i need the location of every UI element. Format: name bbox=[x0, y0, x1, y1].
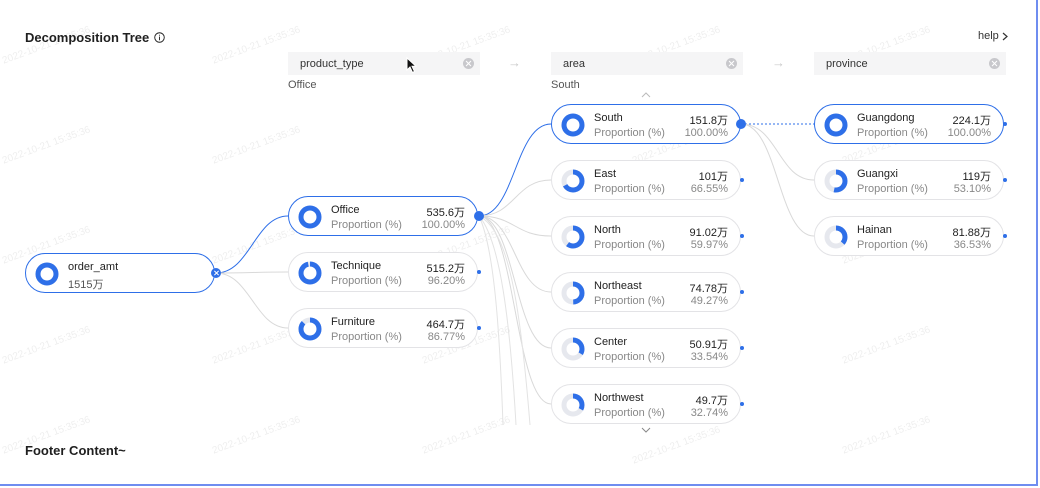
footer-text: Footer Content~ bbox=[25, 443, 126, 458]
tree-node-office[interactable]: Office 535.6万 Proportion (%) 100.00% bbox=[288, 196, 478, 236]
proportion-ring-icon bbox=[298, 317, 322, 341]
node-name: South bbox=[594, 112, 623, 124]
node-name: Office bbox=[331, 204, 360, 216]
proportion-label: Proportion (%) bbox=[857, 127, 928, 139]
node-value: 101万 bbox=[698, 171, 728, 183]
tree-node-south[interactable]: South 151.8万 Proportion (%) 100.00% bbox=[551, 104, 741, 144]
node-name: North bbox=[594, 224, 621, 236]
node-name: East bbox=[594, 168, 617, 180]
tree-node-northeast[interactable]: Northeast 74.78万 Proportion (%) 49.27% bbox=[551, 272, 741, 312]
proportion-value: 96.20% bbox=[427, 275, 465, 287]
tree-node-root[interactable]: order_amt 1515万 bbox=[25, 253, 215, 293]
proportion-value: 86.77% bbox=[427, 331, 465, 343]
chevron-up-icon[interactable] bbox=[641, 92, 651, 98]
node-name: Center bbox=[594, 336, 628, 348]
proportion-label: Proportion (%) bbox=[594, 183, 665, 195]
node-value: 535.6万 bbox=[426, 207, 465, 219]
proportion-label: Proportion (%) bbox=[331, 219, 402, 231]
tree-node-east[interactable]: East 101万 Proportion (%) 66.55% bbox=[551, 160, 741, 200]
expand-handle[interactable] bbox=[740, 346, 744, 350]
proportion-value: 66.55% bbox=[690, 183, 728, 195]
proportion-label: Proportion (%) bbox=[594, 407, 665, 419]
node-name: Furniture bbox=[331, 316, 376, 328]
tree-node-guangxi[interactable]: Guangxi 119万 Proportion (%) 53.10% bbox=[814, 160, 1004, 200]
node-value: 74.78万 bbox=[689, 283, 728, 295]
node-name: Guangdong bbox=[857, 112, 915, 124]
proportion-label: Proportion (%) bbox=[594, 295, 665, 307]
proportion-label: Proportion (%) bbox=[331, 275, 402, 287]
proportion-label: Proportion (%) bbox=[594, 127, 665, 139]
proportion-label: Proportion (%) bbox=[594, 239, 665, 251]
tree-node-hainan[interactable]: Hainan 81.88万 Proportion (%) 36.53% bbox=[814, 216, 1004, 256]
node-name: Northeast bbox=[594, 280, 642, 292]
node-value: 515.2万 bbox=[426, 263, 465, 275]
tree-node-guangdong[interactable]: Guangdong 224.1万 Proportion (%) 100.00% bbox=[814, 104, 1004, 144]
collapse-icon[interactable] bbox=[211, 268, 221, 278]
mouse-cursor-icon bbox=[406, 57, 418, 74]
expand-handle[interactable] bbox=[740, 290, 744, 294]
node-value: 91.02万 bbox=[689, 227, 728, 239]
node-name: Hainan bbox=[857, 224, 892, 236]
node-value: 1515万 bbox=[68, 279, 104, 291]
node-value: 464.7万 bbox=[426, 319, 465, 331]
proportion-value: 36.53% bbox=[953, 239, 991, 251]
expand-handle[interactable] bbox=[474, 211, 484, 221]
expand-handle[interactable] bbox=[1003, 234, 1007, 238]
proportion-value: 32.74% bbox=[690, 407, 728, 419]
proportion-label: Proportion (%) bbox=[331, 331, 402, 343]
proportion-value: 100.00% bbox=[421, 219, 465, 231]
proportion-label: Proportion (%) bbox=[857, 239, 928, 251]
proportion-ring-icon bbox=[824, 225, 848, 249]
proportion-value: 100.00% bbox=[684, 127, 728, 139]
node-value: 151.8万 bbox=[689, 115, 728, 127]
proportion-ring-icon bbox=[561, 393, 585, 417]
proportion-ring-icon bbox=[35, 262, 59, 286]
proportion-ring-icon bbox=[561, 337, 585, 361]
node-name: Northwest bbox=[594, 392, 644, 404]
proportion-value: 33.54% bbox=[690, 351, 728, 363]
expand-handle[interactable] bbox=[477, 270, 481, 274]
proportion-ring-icon bbox=[824, 169, 848, 193]
proportion-label: Proportion (%) bbox=[594, 351, 665, 363]
node-name: Guangxi bbox=[857, 168, 898, 180]
tree-node-north[interactable]: North 91.02万 Proportion (%) 59.97% bbox=[551, 216, 741, 256]
proportion-value: 53.10% bbox=[953, 183, 991, 195]
node-value: 81.88万 bbox=[952, 227, 991, 239]
node-value: 49.7万 bbox=[695, 395, 728, 407]
node-name: Technique bbox=[331, 260, 382, 272]
proportion-value: 49.27% bbox=[690, 295, 728, 307]
proportion-ring-icon bbox=[298, 261, 322, 285]
node-value: 224.1万 bbox=[952, 115, 991, 127]
tree-node-northwest[interactable]: Northwest 49.7万 Proportion (%) 32.74% bbox=[551, 384, 741, 424]
proportion-value: 100.00% bbox=[947, 127, 991, 139]
tree-node-center[interactable]: Center 50.91万 Proportion (%) 33.54% bbox=[551, 328, 741, 368]
proportion-ring-icon bbox=[561, 113, 585, 137]
proportion-ring-icon bbox=[561, 281, 585, 305]
proportion-label: Proportion (%) bbox=[857, 183, 928, 195]
expand-handle[interactable] bbox=[740, 402, 744, 406]
tree-node-furniture[interactable]: Furniture 464.7万 Proportion (%) 86.77% bbox=[288, 308, 478, 348]
expand-handle[interactable] bbox=[1003, 178, 1007, 182]
expand-handle[interactable] bbox=[1003, 122, 1007, 126]
chevron-down-icon[interactable] bbox=[641, 427, 651, 433]
tree-node-technique[interactable]: Technique 515.2万 Proportion (%) 96.20% bbox=[288, 252, 478, 292]
expand-handle[interactable] bbox=[740, 178, 744, 182]
proportion-ring-icon bbox=[561, 169, 585, 193]
proportion-ring-icon bbox=[298, 205, 322, 229]
expand-handle[interactable] bbox=[740, 234, 744, 238]
node-value: 50.91万 bbox=[689, 339, 728, 351]
expand-handle[interactable] bbox=[477, 326, 481, 330]
proportion-ring-icon bbox=[561, 225, 585, 249]
proportion-value: 59.97% bbox=[690, 239, 728, 251]
expand-handle[interactable] bbox=[736, 119, 746, 129]
node-value: 119万 bbox=[962, 171, 991, 183]
proportion-ring-icon bbox=[824, 113, 848, 137]
node-name: order_amt bbox=[68, 261, 119, 273]
